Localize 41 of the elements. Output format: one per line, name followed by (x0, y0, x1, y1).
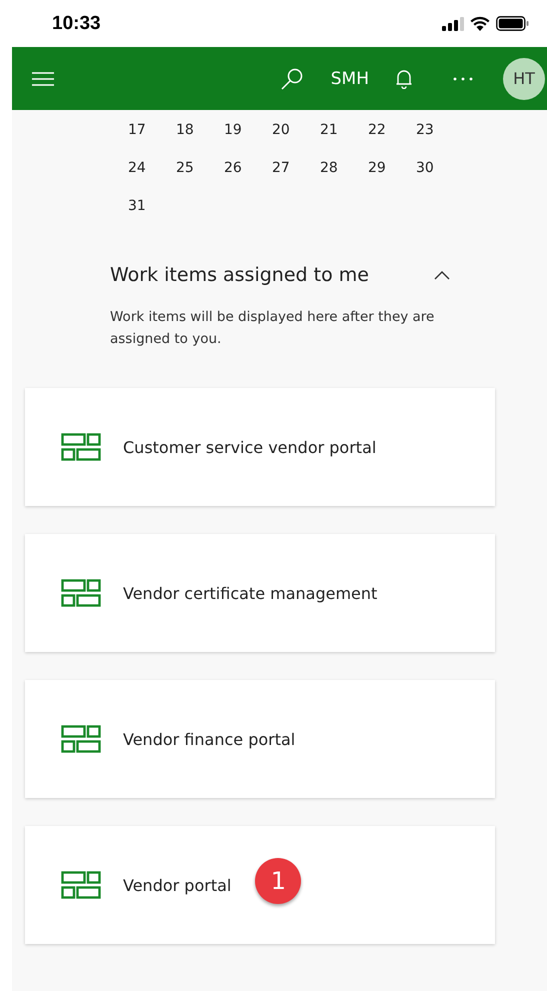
tiles-icon (61, 871, 101, 899)
calendar-day[interactable]: 17 (126, 122, 174, 138)
calendar-day[interactable]: 25 (174, 160, 222, 176)
calendar-day[interactable]: 18 (174, 122, 222, 138)
calendar-day[interactable]: 22 (366, 122, 414, 138)
calendar-day[interactable]: 28 (318, 160, 366, 176)
calendar-day[interactable]: 19 (222, 122, 270, 138)
wifi-icon (470, 16, 490, 31)
tiles-icon (61, 579, 101, 607)
tile-label: Vendor finance portal (123, 730, 296, 748)
calendar-day[interactable]: 31 (126, 198, 174, 214)
calendar-day[interactable]: 29 (366, 160, 414, 176)
company-label[interactable]: SMH (330, 68, 369, 88)
menu-button[interactable] (32, 72, 54, 86)
calendar-day[interactable]: 24 (126, 160, 174, 176)
tile-label: Vendor portal (123, 876, 232, 894)
more-button[interactable] (453, 76, 473, 80)
tile-label: Customer service vendor portal (123, 438, 376, 456)
section-title: Work items assigned to me (110, 264, 369, 286)
battery-icon (496, 16, 529, 31)
calendar-day[interactable]: 23 (414, 122, 462, 138)
calendar-day[interactable]: 27 (270, 160, 318, 176)
signal-icon (442, 16, 464, 30)
calendar-day[interactable]: 21 (318, 122, 366, 138)
tile-label: Vendor certificate management (123, 584, 378, 602)
workspace-tile[interactable]: Vendor finance portal (25, 680, 495, 798)
collapse-button[interactable] (434, 270, 450, 280)
search-button[interactable] (280, 68, 303, 90)
calendar-day[interactable]: 26 (222, 160, 270, 176)
workspace-tile[interactable]: Vendor portal 1 (25, 826, 495, 944)
status-time: 10:33 (52, 12, 101, 34)
tiles-icon (61, 725, 101, 753)
bell-button[interactable] (395, 68, 413, 88)
calendar-day[interactable]: 30 (414, 160, 462, 176)
workspace-tile[interactable]: Vendor certificate management (25, 534, 495, 652)
number-badge: 1 (255, 858, 302, 904)
empty-message: Work items will be displayed here after they are assigned to you. (110, 308, 436, 349)
workspace-tile[interactable]: Customer service vendor portal (25, 388, 495, 506)
tiles-icon (61, 433, 101, 461)
calendar-day[interactable]: 20 (270, 122, 318, 138)
user-avatar[interactable]: HT (503, 58, 545, 100)
